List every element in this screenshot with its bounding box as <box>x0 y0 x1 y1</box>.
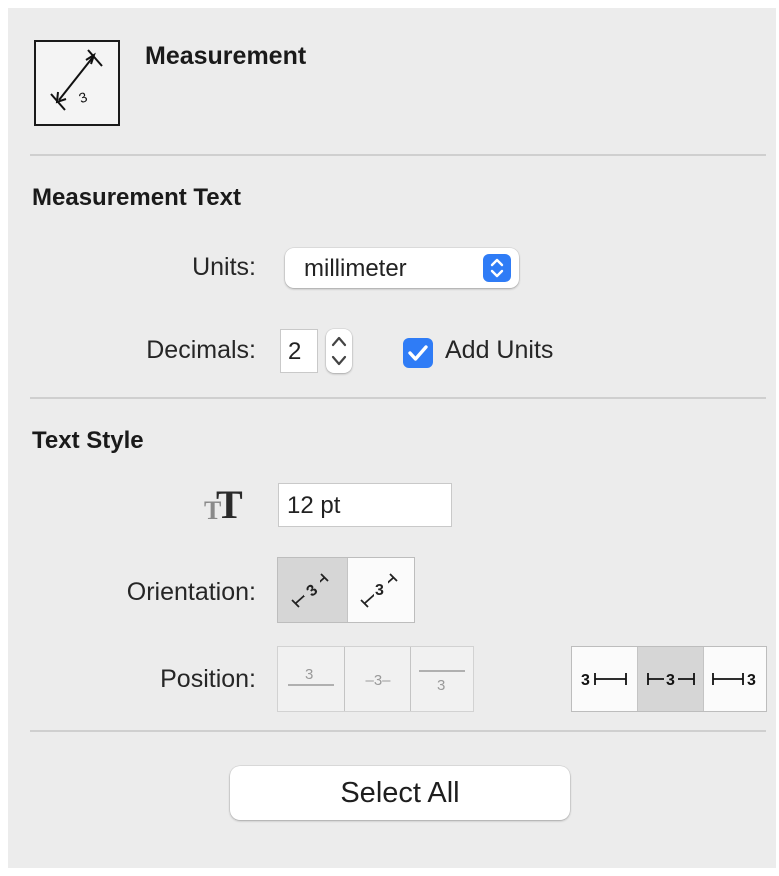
chevron-up-down-icon <box>483 254 511 282</box>
text-center-icon: 3 <box>647 669 695 689</box>
select-all-button[interactable]: Select All <box>230 766 570 820</box>
text-size-icon: T T <box>204 482 248 527</box>
text-above-line-button[interactable]: 3 <box>278 647 344 711</box>
svg-text:T: T <box>216 484 243 524</box>
svg-text:3: 3 <box>581 672 590 689</box>
position-label: Position: <box>160 665 256 693</box>
text-below-line-button[interactable]: 3 <box>410 647 473 711</box>
vertical-position-segmented-control: 3 –3– 3 <box>277 646 474 712</box>
text-left-icon: 3 <box>581 672 627 689</box>
orientation-label: Orientation: <box>126 578 256 606</box>
svg-text:3: 3 <box>666 672 675 689</box>
select-all-label: Select All <box>340 777 460 809</box>
svg-text:3: 3 <box>305 666 313 683</box>
decimals-stepper[interactable] <box>326 329 352 373</box>
measurement-text-heading: Measurement Text <box>32 184 241 211</box>
text-right-button[interactable]: 3 <box>703 647 766 711</box>
orientation-aligned-button[interactable]: 3 <box>278 558 347 622</box>
text-right-icon: 3 <box>712 672 756 689</box>
divider <box>30 730 766 732</box>
svg-text:3: 3 <box>375 582 384 599</box>
svg-text:3: 3 <box>437 677 445 694</box>
horizontal-position-segmented-control: 3 3 3 <box>571 646 767 712</box>
units-popup[interactable]: millimeter <box>285 248 519 288</box>
decimals-field[interactable]: 2 <box>280 329 318 373</box>
text-center-button[interactable]: 3 <box>637 647 703 711</box>
add-units-checkbox[interactable] <box>403 338 433 368</box>
text-left-button[interactable]: 3 <box>572 647 637 711</box>
decimals-label: Decimals: <box>146 336 256 364</box>
divider <box>30 154 766 156</box>
orientation-horizontal-button[interactable]: 3 <box>347 558 414 622</box>
text-style-heading: Text Style <box>32 427 144 454</box>
orientation-aligned-icon: 3 <box>291 573 329 608</box>
inspector-panel: 3 Measurement Measurement Text Units: mi… <box>8 8 776 868</box>
checkmark-icon <box>408 345 428 361</box>
text-on-line-icon: –3– <box>365 672 391 689</box>
orientation-segmented-control: 3 3 <box>277 557 415 623</box>
font-size-field[interactable]: 12 pt <box>278 483 452 527</box>
orientation-horizontal-icon: 3 <box>360 573 398 608</box>
text-below-line-icon: 3 <box>419 670 465 694</box>
add-units-label: Add Units <box>445 336 554 364</box>
measurement-tool-icon: 3 <box>34 40 120 126</box>
svg-text:3: 3 <box>77 88 90 106</box>
divider <box>30 397 766 399</box>
decimals-value: 2 <box>288 338 302 365</box>
units-label: Units: <box>192 253 256 281</box>
svg-text:3: 3 <box>747 672 756 689</box>
units-value: millimeter <box>304 255 407 282</box>
text-on-line-button[interactable]: –3– <box>344 647 410 711</box>
font-size-value: 12 pt <box>287 492 341 519</box>
text-above-line-icon: 3 <box>288 666 334 686</box>
tool-title: Measurement <box>145 42 307 70</box>
svg-text:–3–: –3– <box>365 672 391 689</box>
